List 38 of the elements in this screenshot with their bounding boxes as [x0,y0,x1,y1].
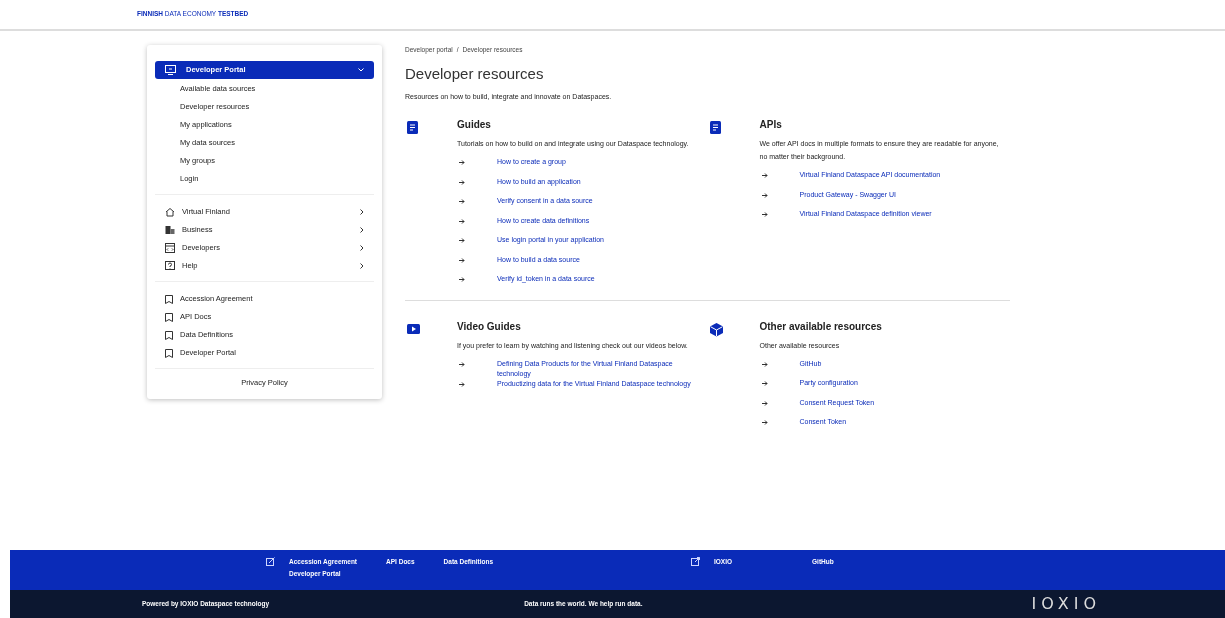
chevron-right-icon [360,245,364,251]
building-icon [165,225,175,235]
arrow-right-icon [459,257,465,263]
document-icon [407,121,420,136]
section-title: APIs [759,119,783,132]
page-title: Developer resources [405,64,545,83]
chevron-right-icon [360,209,364,215]
monitor-icon [165,65,176,75]
arrow-right-icon [459,199,465,205]
arrow-right-icon [459,277,465,283]
arrow-right-icon [459,238,465,244]
arrow-right-icon [761,420,768,426]
section-title: Video Guides [457,320,522,333]
arrow-right-icon [459,361,465,367]
chevron-right-icon [360,263,364,269]
section-title: Other available resources [759,320,883,333]
code-window-icon [165,243,175,253]
arrow-right-icon [761,192,768,198]
arrow-right-icon [761,361,768,367]
footer-logo: IOXIO [1031,593,1101,615]
section-title: Guides [457,119,492,132]
arrow-right-icon [761,173,768,179]
chevron-right-icon [360,227,364,233]
arrow-right-icon [761,400,768,406]
arrow-right-icon [459,160,465,166]
arrow-right-icon [761,212,768,218]
external-link-icon [691,557,700,566]
arrow-right-icon [459,218,465,224]
cube-icon [709,322,723,337]
arrow-right-icon [459,179,465,185]
arrow-right-icon [761,381,768,387]
video-icon [407,322,420,337]
house-icon [165,207,175,217]
arrow-right-icon [459,381,465,387]
help-icon [165,261,175,271]
document-icon [709,121,723,136]
chevron-icon [358,68,364,72]
edit-icon [266,557,275,566]
